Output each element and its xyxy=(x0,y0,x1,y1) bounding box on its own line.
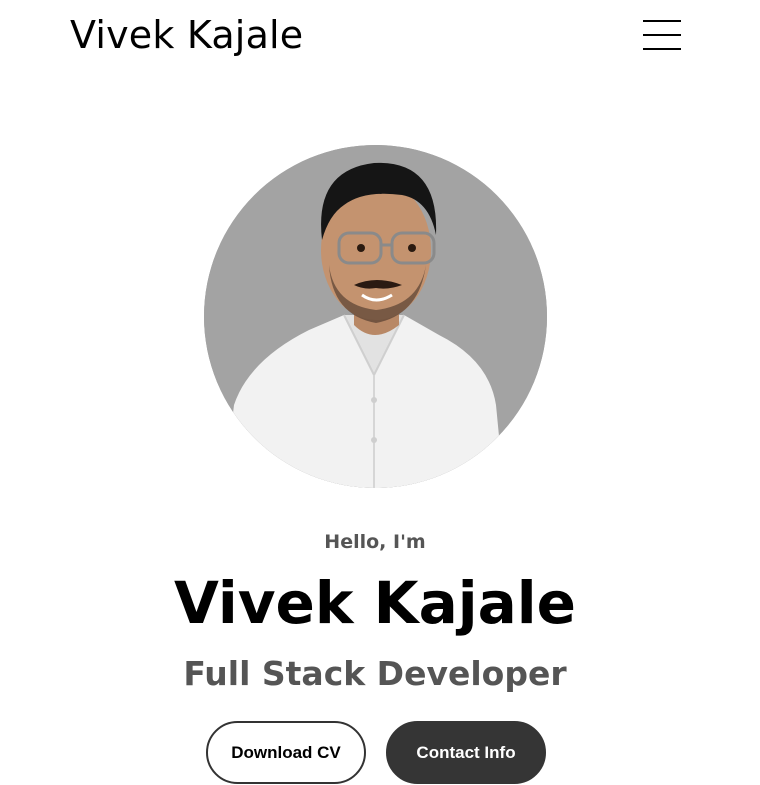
person-portrait-icon xyxy=(204,145,547,488)
hamburger-menu-icon[interactable] xyxy=(643,20,681,50)
site-logo[interactable]: Vivek Kajale xyxy=(70,12,303,58)
hamburger-line xyxy=(643,34,681,36)
page: Vivek Kajale Hello, I'm Vivek Kajale Ful… xyxy=(0,0,760,785)
contact-info-button[interactable]: Contact Info xyxy=(386,721,546,784)
hamburger-line xyxy=(643,48,681,50)
hero-name: Vivek Kajale xyxy=(174,569,576,637)
hamburger-line xyxy=(643,20,681,22)
greeting-text: Hello, I'm xyxy=(324,531,426,553)
download-cv-button[interactable]: Download CV xyxy=(206,721,366,784)
job-title: Full Stack Developer xyxy=(183,654,567,693)
profile-photo xyxy=(204,145,547,488)
